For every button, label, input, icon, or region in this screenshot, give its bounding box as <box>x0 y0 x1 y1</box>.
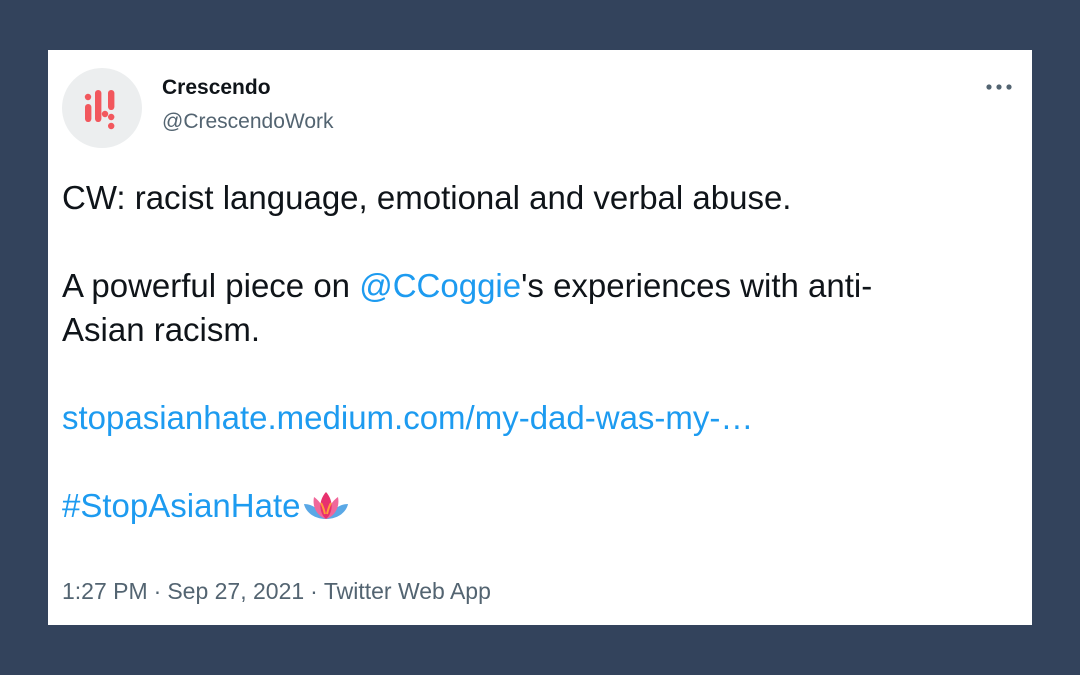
avatar[interactable] <box>62 68 142 148</box>
body-prefix: A powerful piece on <box>62 267 360 304</box>
tweet-date[interactable]: Sep 27, 2021 <box>167 578 304 604</box>
article-link[interactable]: stopasianhate.medium.com/my-dad-was-my-… <box>62 399 753 436</box>
more-options-icon <box>986 84 1012 90</box>
author-display-name[interactable]: Crescendo <box>162 76 271 100</box>
content-warning: CW: racist language, emotional and verba… <box>62 179 792 216</box>
tweet-time[interactable]: 1:27 PM <box>62 578 148 604</box>
meta-separator: · <box>153 578 162 604</box>
hashtag-link[interactable]: #StopAsianHate <box>62 487 301 524</box>
lotus-icon <box>303 489 349 534</box>
tweet-meta: 1:27 PM · Sep 27, 2021 · Twitter Web App <box>62 578 491 605</box>
tweet-card: Crescendo @CrescendoWork CW: racist lang… <box>48 50 1032 625</box>
tweet-body: A powerful piece on @CCoggie's experienc… <box>62 264 1012 352</box>
tweet-source[interactable]: Twitter Web App <box>324 578 491 604</box>
body-suffix-line1: 's experiences with anti- <box>521 267 873 304</box>
mention-link[interactable]: @CCoggie <box>359 267 521 304</box>
more-options-button[interactable] <box>982 76 1016 98</box>
tweet-text: CW: racist language, emotional and verba… <box>62 176 1012 534</box>
body-suffix-line2: Asian racism. <box>62 311 261 348</box>
meta-separator: · <box>310 578 318 604</box>
author-handle[interactable]: @CrescendoWork <box>162 110 334 134</box>
crescendo-logo-icon <box>84 90 115 130</box>
